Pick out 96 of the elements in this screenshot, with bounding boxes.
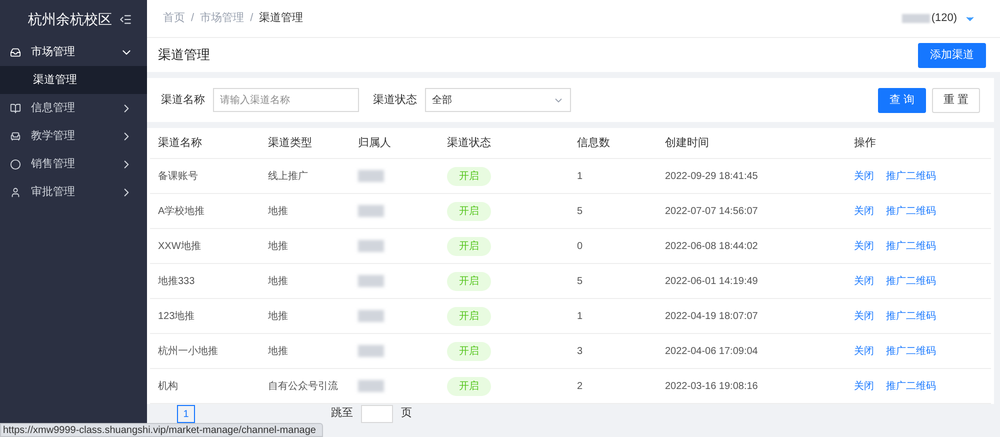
submenu-item[interactable]: 渠道管理 xyxy=(0,66,147,94)
page-jump-input[interactable] xyxy=(361,405,393,423)
name-input[interactable]: 请输入渠道名称 xyxy=(213,88,359,112)
column-header: 渠道类型 xyxy=(267,136,313,151)
page-number[interactable]: 1 xyxy=(177,405,195,423)
breadcrumb-item: 渠道管理 xyxy=(259,10,304,26)
table-cell-text: 地推 xyxy=(267,344,289,358)
table-cell-text: 3 xyxy=(576,344,584,358)
blurred-owner xyxy=(358,310,384,322)
status-tag: 开启 xyxy=(447,272,491,290)
breadcrumb-separator: / xyxy=(250,11,254,26)
page-title: 渠道管理 xyxy=(158,46,210,64)
table-cell-text: 地推 xyxy=(267,310,289,324)
table-cell-text: 自有公众号引流 xyxy=(267,380,339,394)
action-link[interactable]: 推广二维码 xyxy=(886,308,936,324)
blurred-name xyxy=(902,14,930,23)
table-cell-text: 123地推 xyxy=(157,310,196,324)
reset-button[interactable]: 重 置 xyxy=(932,88,980,112)
table-cell-text: 2022-04-19 18:07:07 xyxy=(664,310,759,324)
status-tag: 开启 xyxy=(447,202,491,220)
chair-icon xyxy=(10,130,21,142)
column-header: 渠道名称 xyxy=(157,136,203,151)
action-link[interactable]: 关闭 xyxy=(854,204,874,218)
page-unit: 页 xyxy=(401,406,412,421)
status-tag: 开启 xyxy=(447,166,491,186)
action-link[interactable]: 推广二维码 xyxy=(886,274,936,288)
status-tag: 开启 xyxy=(447,306,491,326)
table-cell-text: 5 xyxy=(576,274,584,288)
menu-item[interactable]: 教学管理 xyxy=(0,122,147,150)
table-cell-text: 2022-09-29 18:41:45 xyxy=(664,170,759,184)
blurred-owner xyxy=(358,240,384,252)
add-channel-button[interactable]: 添加渠道 xyxy=(918,42,986,68)
table-cell-text: 2022-06-08 18:44:02 xyxy=(664,240,759,254)
table-cell-text: 1 xyxy=(576,310,584,324)
status-tag: 开启 xyxy=(447,342,491,360)
sidebar-title: 杭州余杭校区 xyxy=(28,10,112,28)
book-icon xyxy=(10,102,21,114)
menu-item[interactable]: 市场管理 xyxy=(0,38,147,66)
action-link[interactable]: 推广二维码 xyxy=(886,344,936,358)
status-select[interactable]: 全部 xyxy=(425,88,571,112)
blurred-owner xyxy=(358,380,384,392)
filter-label: 渠道状态 xyxy=(373,92,417,108)
status-url-tooltip: https://xmw9999-class.shuangshi.vip/market-manage/channel-manage xyxy=(0,423,323,437)
user-icon xyxy=(10,186,21,198)
column-header: 渠道状态 xyxy=(446,136,492,151)
column-header: 操作 xyxy=(853,136,877,151)
column-header: 信息数 xyxy=(576,136,611,151)
menu-item[interactable]: 销售管理 xyxy=(0,150,147,178)
table-cell-text: 2 xyxy=(576,380,584,394)
menu-item[interactable]: 审批管理 xyxy=(0,178,147,206)
column-header: 归属人 xyxy=(357,136,392,151)
table-cell-text: 2022-07-07 14:56:07 xyxy=(664,204,759,218)
breadcrumb-item[interactable]: 市场管理 xyxy=(200,10,244,27)
action-link[interactable]: 推广二维码 xyxy=(886,204,936,218)
menu-item[interactable]: 信息管理 xyxy=(0,94,147,122)
action-link[interactable]: 关闭 xyxy=(854,344,874,358)
status-tag: 开启 xyxy=(447,376,491,396)
status-tag: 开启 xyxy=(447,236,491,256)
table-cell-text: A学校地推 xyxy=(157,204,206,218)
blurred-owner xyxy=(358,345,384,357)
table-cell-text: 5 xyxy=(576,204,584,218)
action-link[interactable]: 关闭 xyxy=(854,238,874,254)
action-link[interactable]: 关闭 xyxy=(854,274,874,288)
filter-label: 渠道名称 xyxy=(161,92,205,108)
table-cell-text: 2022-03-16 19:08:16 xyxy=(664,380,759,394)
blurred-owner xyxy=(358,275,384,287)
table-cell-text: 2022-04-06 17:09:04 xyxy=(664,344,759,358)
blurred-owner xyxy=(358,170,384,182)
table-cell-text: 地推 xyxy=(267,240,289,254)
circle-icon xyxy=(10,158,21,170)
table-cell-text: 0 xyxy=(576,240,584,254)
breadcrumb-separator: / xyxy=(191,11,194,26)
action-link[interactable]: 关闭 xyxy=(854,378,874,394)
blurred-owner xyxy=(358,205,384,217)
user-menu[interactable]: (120) xyxy=(902,10,976,27)
table-cell-text: 地推 xyxy=(267,274,289,288)
action-link[interactable]: 关闭 xyxy=(854,308,874,324)
table-cell-text: 1 xyxy=(576,170,584,184)
query-button[interactable]: 查 询 xyxy=(878,88,926,112)
jump-label: 跳至 xyxy=(331,406,353,421)
column-header: 创建时间 xyxy=(664,136,710,151)
table-cell-text: 备课账号 xyxy=(157,170,199,184)
table-cell-text: 地推333 xyxy=(157,274,196,288)
table-cell-text: 机构 xyxy=(157,380,179,394)
inbox-icon xyxy=(10,46,21,58)
action-link[interactable]: 推广二维码 xyxy=(886,238,936,254)
action-link[interactable]: 推广二维码 xyxy=(886,168,936,184)
action-link[interactable]: 关闭 xyxy=(854,168,874,184)
action-link[interactable]: 推广二维码 xyxy=(886,378,936,394)
table-cell-text: XXW地推 xyxy=(157,240,202,254)
menu-icon[interactable] xyxy=(119,12,132,26)
breadcrumb-item[interactable]: 首页 xyxy=(163,10,185,27)
table-cell-text: 地推 xyxy=(267,204,289,218)
table-cell-text: 线上推广 xyxy=(267,170,309,184)
table-cell-text: 2022-06-01 14:19:49 xyxy=(664,274,759,288)
table-cell-text: 杭州一小地推 xyxy=(157,344,219,358)
